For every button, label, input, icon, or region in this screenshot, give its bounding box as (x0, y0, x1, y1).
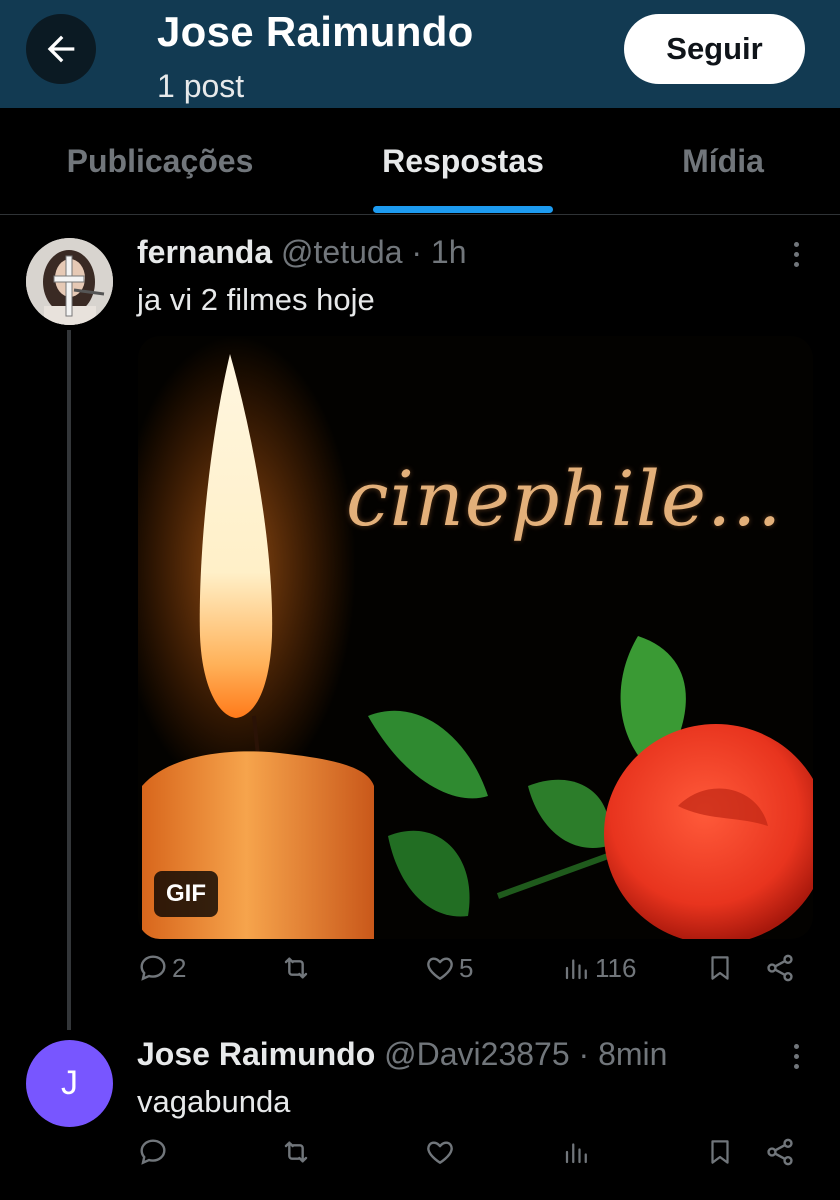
follow-button[interactable]: Seguir (624, 14, 805, 84)
profile-photo-icon (26, 238, 113, 325)
profile-header: Jose Raimundo 1 post Seguir (0, 0, 840, 108)
post-text: vagabunda (137, 1084, 291, 1119)
reply-count: 2 (172, 952, 187, 983)
post-header: fernanda @tetuda · 1h (137, 234, 467, 271)
reply-button[interactable] (137, 1136, 172, 1168)
profile-tabs: Publicações Respostas Mídia (0, 108, 840, 215)
author-handle-time[interactable]: @Davi23875 · 8min (384, 1036, 667, 1072)
share-icon (767, 954, 793, 982)
views-button[interactable] (562, 1136, 595, 1168)
reply-icon (140, 955, 166, 981)
views-icon (565, 1143, 587, 1164)
more-options-icon[interactable] (786, 234, 806, 274)
avatar[interactable] (26, 238, 113, 325)
share-icon (767, 1138, 793, 1166)
repost-icon (284, 1141, 308, 1163)
heart-icon (427, 1141, 453, 1164)
more-options-icon[interactable] (786, 1036, 806, 1076)
reply-icon (140, 1139, 166, 1165)
post-text: ja vi 2 filmes hoje (137, 282, 375, 317)
post-count: 1 post (157, 68, 245, 104)
back-button[interactable] (26, 14, 96, 84)
author-handle-time[interactable]: @tetuda · 1h (281, 234, 466, 270)
bookmark-button[interactable] (705, 952, 735, 984)
gif-badge: GIF (154, 871, 218, 917)
avatar[interactable]: J (26, 1040, 113, 1127)
author-name[interactable]: Jose Raimundo (137, 1036, 375, 1072)
views-icon (565, 959, 587, 980)
tab-midia[interactable]: Mídia (650, 108, 796, 214)
post-actions (0, 1136, 840, 1186)
repost-icon (284, 957, 308, 979)
candle-rose-image (138, 336, 813, 939)
bookmark-button[interactable] (705, 1136, 735, 1168)
thread-connector (67, 330, 71, 1030)
reply-button[interactable]: 2 (137, 952, 186, 984)
bookmark-icon (711, 956, 729, 980)
views-button[interactable]: 116 (562, 952, 636, 984)
post-gif[interactable]: cinephile... GIF (138, 336, 813, 939)
like-button[interactable]: 5 (424, 952, 473, 984)
active-tab-indicator (373, 206, 553, 213)
repost-button[interactable] (278, 1136, 317, 1168)
like-count: 5 (459, 952, 474, 983)
share-button[interactable] (764, 1136, 796, 1168)
share-button[interactable] (764, 952, 796, 984)
avatar-initial: J (61, 1064, 78, 1102)
tab-publicacoes[interactable]: Publicações (40, 108, 280, 214)
like-button[interactable] (424, 1136, 459, 1168)
author-name[interactable]: fernanda (137, 234, 272, 270)
post-actions: 2 5 116 (0, 952, 840, 1002)
post-header: Jose Raimundo @Davi23875 · 8min (137, 1036, 667, 1073)
gif-caption: cinephile... (346, 454, 783, 543)
tab-respostas[interactable]: Respostas (352, 108, 574, 214)
repost-button[interactable] (278, 952, 317, 984)
arrow-left-icon (47, 35, 75, 63)
views-count: 116 (595, 952, 637, 983)
profile-name: Jose Raimundo (157, 8, 474, 55)
heart-icon (427, 957, 453, 980)
bookmark-icon (711, 1140, 729, 1164)
